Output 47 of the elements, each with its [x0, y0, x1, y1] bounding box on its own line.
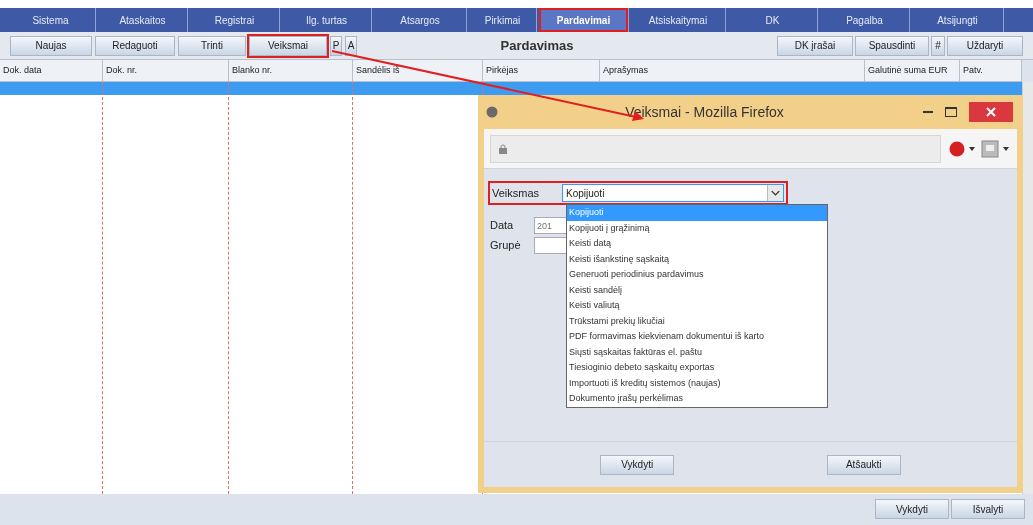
dropdown-option[interactable]: Keisti sandėlį — [567, 282, 827, 298]
toolbar-button[interactable]: Trinti — [178, 35, 246, 56]
menu-tab[interactable]: Pardavimai — [539, 8, 629, 32]
dialog-button[interactable]: Atšaukti — [826, 454, 901, 475]
dropdown-option[interactable]: Tiesioginio debeto sąskaitų exportas — [567, 360, 827, 376]
toolbar-button[interactable]: Redaguoti — [95, 35, 175, 56]
field-label: Grupė — [490, 238, 522, 254]
column-header[interactable]: Patv. — [960, 60, 1022, 81]
action-select[interactable]: Kopijuoti — [562, 184, 784, 202]
toolbar-button[interactable]: Spausdinti — [855, 35, 929, 56]
column-header[interactable]: Dok. nr. — [103, 60, 229, 81]
close-button[interactable] — [969, 102, 1013, 122]
page-title: Pardavimas — [500, 37, 574, 53]
lock-icon — [499, 143, 507, 154]
toolbar-button[interactable]: Uždaryti — [947, 35, 1023, 56]
dropdown-option[interactable]: Dokumento įrašų perkėlimas — [567, 391, 827, 407]
dropdown-option[interactable]: Keisti valiutą — [567, 298, 827, 314]
toolbar-button[interactable]: Naujas — [10, 35, 92, 56]
column-header[interactable]: Galutinė suma EUR — [865, 60, 960, 81]
dropdown-option[interactable]: Kopijuoti į grąžinimą — [567, 220, 827, 236]
dropdown-option[interactable]: Importuoti iš kreditų sistemos (naujas) — [567, 375, 827, 391]
dropdown-option[interactable]: Generuoti periodinius pardavimus — [567, 267, 827, 283]
footer-button[interactable]: Išvalyti — [951, 499, 1025, 519]
toolbar-button[interactable]: P — [330, 35, 342, 56]
scrollbar[interactable] — [1022, 82, 1033, 494]
toolbar-button[interactable]: A — [345, 35, 357, 56]
close-icon[interactable] — [986, 107, 996, 117]
minimize-icon[interactable] — [923, 110, 933, 114]
toolbar-button[interactable]: # — [931, 35, 945, 56]
column-header[interactable]: Sandėlis iš — [353, 60, 483, 81]
dropdown-option[interactable]: Keisti datą — [567, 236, 827, 252]
dropdown-option[interactable]: PDF formavimas kiekvienam dokumentui iš karto — [567, 329, 827, 345]
dropdown-option[interactable]: Keisti išankstinę sąskaitą — [567, 251, 827, 267]
dialog-button[interactable]: Vykdyti — [600, 454, 675, 475]
dropdown-option[interactable]: Trūkstami prekių likučiai — [567, 313, 827, 329]
column-header[interactable]: Pirkėjas — [483, 60, 600, 81]
toolbar-button[interactable]: DK įrašai — [777, 35, 853, 56]
column-header[interactable]: Blanko nr. — [229, 60, 353, 81]
maximize-icon[interactable] — [945, 107, 957, 117]
field-label: Veiksmas — [492, 185, 541, 201]
column-header[interactable]: Aprašymas — [600, 60, 865, 81]
window-title: Veiksmai - Mozilla Firefox — [625, 103, 784, 120]
footer-button[interactable]: Vykdyti — [875, 499, 949, 519]
dropdown-option[interactable]: Siųsti sąskaitas faktūras el. paštu — [567, 344, 827, 360]
column-header[interactable]: Dok. data — [0, 60, 103, 81]
field-label: Data — [490, 218, 515, 234]
toolbar-button[interactable]: Veiksmai — [249, 35, 327, 56]
